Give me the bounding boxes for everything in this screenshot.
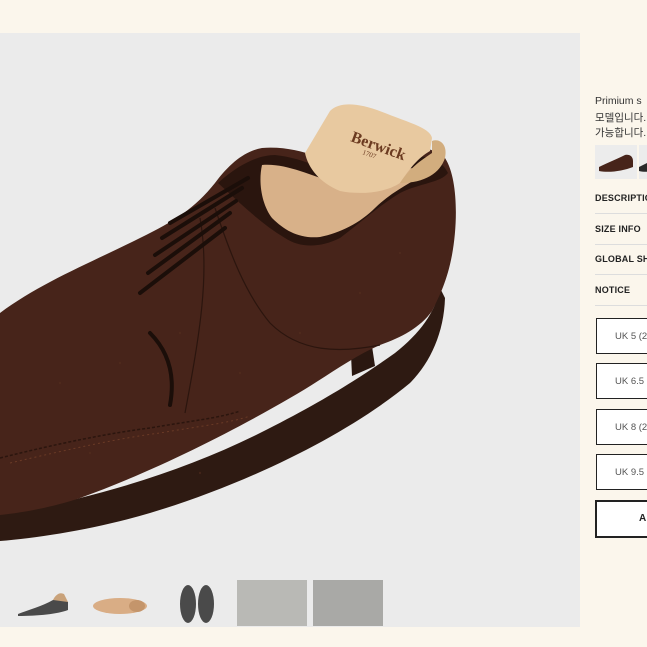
product-info-panel: Primium s 모델입니다. 가능합니다. DESCRIPTIO SIZE … (580, 33, 647, 627)
size-option-uk5[interactable]: UK 5 (24 (596, 318, 647, 354)
accordion-description[interactable]: DESCRIPTIO (595, 183, 647, 214)
description-text-2: 모델입니다. (595, 112, 647, 124)
thumbnail-side-view[interactable] (8, 580, 78, 626)
thumbnail-top-view[interactable] (162, 580, 232, 626)
accordion-size-info[interactable]: SIZE INFO (595, 214, 647, 245)
size-option-uk6-5[interactable]: UK 6.5 (2 (596, 363, 647, 399)
thumbnail-strip (0, 580, 580, 628)
accordion-notice[interactable]: NOTICE (595, 275, 647, 306)
description-text-1: Primium s (595, 95, 642, 107)
thumbnail-worn-photo-1[interactable] (237, 580, 307, 626)
size-option-uk8[interactable]: UK 8 (2 (596, 409, 647, 445)
size-option-uk9-5[interactable]: UK 9.5 (2 (596, 454, 647, 490)
add-to-cart-button[interactable]: A (595, 500, 647, 538)
color-swatch-dark[interactable] (639, 145, 647, 179)
thumbnail-sole-view[interactable] (85, 580, 155, 626)
accordion-global-shipping[interactable]: GLOBAL SHI (595, 244, 647, 275)
main-product-image: Berwick 1707 (0, 104, 456, 541)
thumbnail-worn-photo-2[interactable] (313, 580, 383, 626)
description-text-3: 가능합니다. (595, 127, 647, 139)
color-swatch-brown[interactable] (595, 145, 637, 179)
product-gallery: Berwick 1707 (0, 33, 580, 627)
